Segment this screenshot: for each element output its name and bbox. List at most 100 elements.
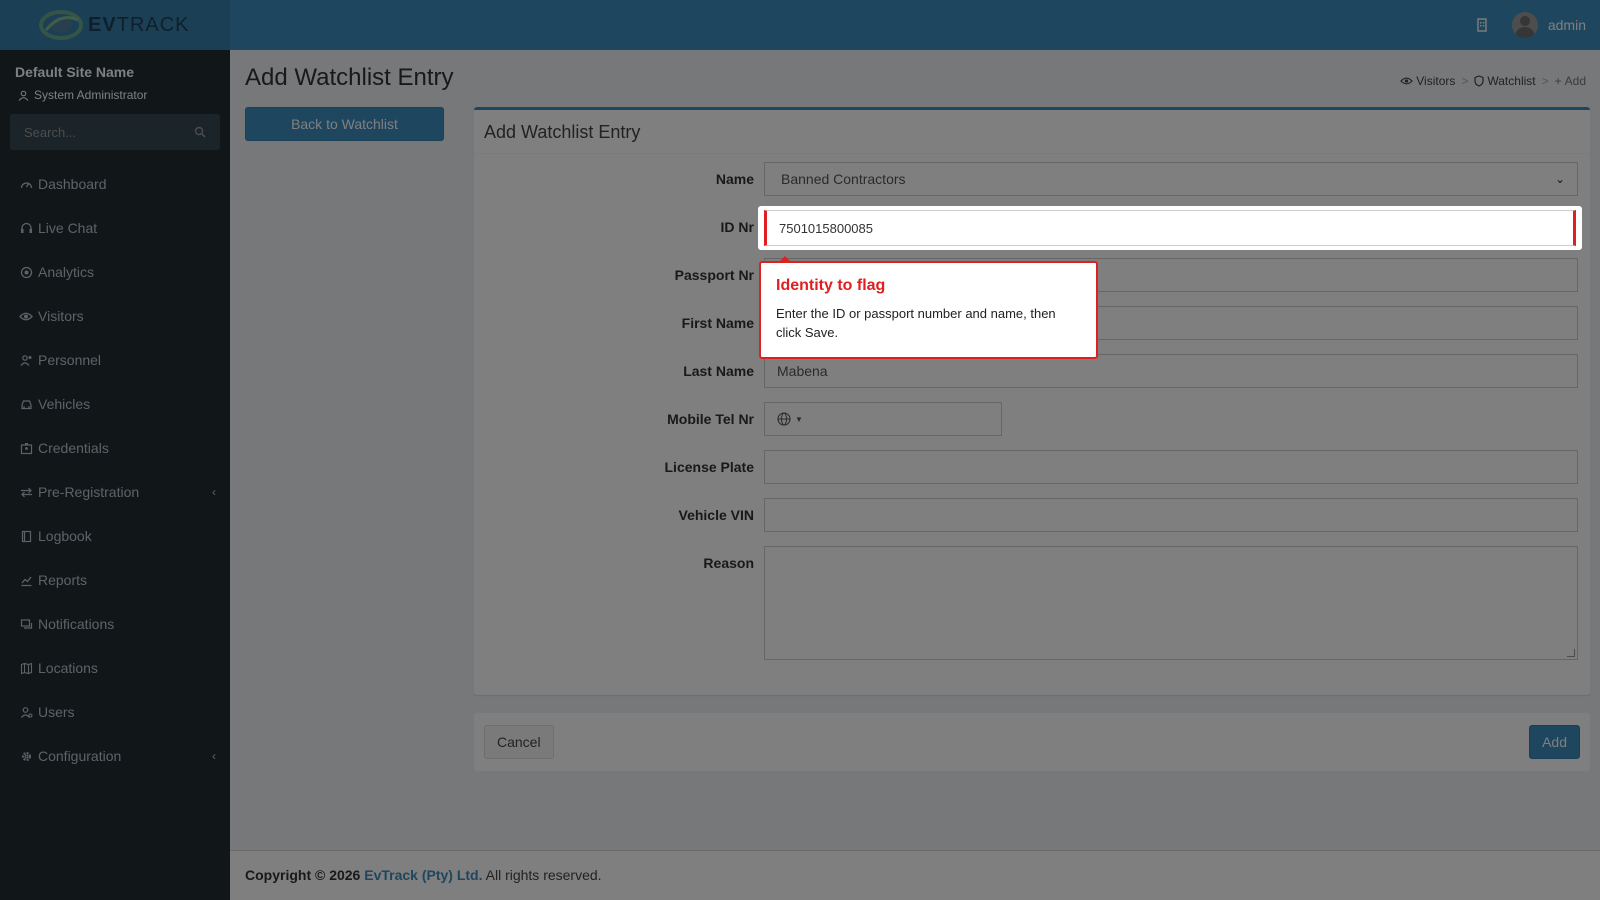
sidebar-item-notifications[interactable]: Notifications — [0, 602, 230, 646]
eye-icon — [1400, 77, 1414, 85]
map-icon — [19, 661, 33, 675]
evtrack-logo-icon — [39, 10, 83, 40]
user-name: admin — [1547, 17, 1586, 33]
tour-highlight: 7501015800085 — [758, 206, 1582, 250]
sidebar-item-analytics[interactable]: Analytics — [0, 250, 230, 294]
copyright-text: Copyright © 2026 — [245, 867, 361, 883]
chart-icon — [19, 573, 33, 587]
reason-label: Reason — [703, 555, 754, 571]
sidebar-item-label: Analytics — [38, 264, 95, 280]
sidebar-item-users[interactable]: Users — [0, 690, 230, 734]
sidebar-item-dashboard[interactable]: Dashboard — [0, 162, 230, 206]
plus-icon: + — [1554, 74, 1562, 88]
last-name-field[interactable]: Mabena — [764, 354, 1578, 388]
sidebar-item-label: Credentials — [38, 440, 109, 456]
sidebar-item-label: Logbook — [38, 528, 92, 544]
logo-text-track: TRACK — [116, 13, 190, 36]
car-icon — [19, 397, 33, 411]
sidebar-item-configuration[interactable]: Configuration ‹ — [0, 734, 230, 778]
logo-text-ev: EV — [88, 13, 117, 36]
headset-icon — [19, 221, 33, 235]
logo[interactable]: EVTRACK — [0, 0, 230, 50]
vin-field[interactable] — [764, 498, 1578, 532]
vin-row: Vehicle VIN — [474, 498, 1590, 532]
back-to-watchlist-button[interactable]: Back to Watchlist — [245, 107, 444, 141]
tour-tooltip-title: Identity to flag — [776, 277, 886, 294]
sidebar-item-credentials[interactable]: Credentials — [0, 426, 230, 470]
sidebar-nav: Dashboard Live Chat Analytics Visitors P… — [0, 162, 230, 778]
breadcrumb-watchlist[interactable]: Watchlist — [1474, 74, 1536, 88]
id-nr-field[interactable]: 7501015800085 — [764, 210, 1576, 246]
sidebar-item-label: Reports — [38, 572, 88, 588]
mobile-field[interactable]: ▼ — [764, 402, 1002, 436]
breadcrumb-visitors[interactable]: Visitors — [1400, 74, 1455, 88]
sidebar-item-live-chat[interactable]: Live Chat — [0, 206, 230, 250]
chevron-left-icon: ‹ — [212, 485, 216, 499]
page-footer: Copyright © 2026 EvTrack (Pty) Ltd. All … — [230, 850, 1600, 900]
first-name-label: First Name — [681, 315, 754, 331]
arrows-icon — [19, 485, 33, 499]
add-button[interactable]: Add — [1529, 725, 1580, 759]
chevron-left-icon: ‹ — [212, 749, 216, 763]
license-plate-field[interactable] — [764, 450, 1578, 484]
user-icon — [19, 705, 33, 719]
name-select-value: Banned Contractors — [781, 171, 906, 187]
reason-row: Reason — [474, 546, 1590, 660]
user-menu[interactable]: admin — [1511, 12, 1586, 38]
sidebar-item-reports[interactable]: Reports — [0, 558, 230, 602]
breadcrumb-label: Add — [1564, 74, 1586, 88]
sidebar-item-label: Visitors — [38, 308, 84, 324]
reason-textarea[interactable] — [764, 546, 1578, 660]
sidebar: Default Site Name System Administrator S… — [0, 50, 230, 900]
cancel-button[interactable]: Cancel — [484, 725, 554, 759]
sidebar-item-visitors[interactable]: Visitors — [0, 294, 230, 338]
sidebar-item-label: Configuration — [38, 748, 122, 764]
chevron-down-icon: ⌄ — [1554, 172, 1565, 186]
id-nr-label: ID Nr — [720, 219, 754, 235]
top-navbar: EVTRACK admin — [0, 0, 1600, 50]
dashboard-icon — [19, 177, 33, 191]
search-placeholder: Search... — [24, 124, 77, 140]
avatar — [1511, 12, 1538, 38]
book-icon — [19, 529, 33, 543]
sidebar-item-vehicles[interactable]: Vehicles — [0, 382, 230, 426]
tour-tooltip: Identity to flag Enter the ID or passpor… — [759, 256, 1098, 359]
company-link[interactable]: EvTrack (Pty) Ltd. — [364, 867, 482, 883]
rights-text: All rights reserved. — [485, 867, 602, 883]
breadcrumb-label: Visitors — [1416, 74, 1456, 88]
globe-icon — [777, 412, 791, 426]
logo-text: EVTRACK — [88, 14, 189, 37]
form-title: Add Watchlist Entry — [474, 110, 1590, 154]
page-title: Add Watchlist Entry — [245, 64, 454, 91]
breadcrumb-separator: > — [1541, 74, 1549, 88]
watchlist-form-box: Add Watchlist Entry Name Banned Contract… — [474, 107, 1590, 695]
sidebar-item-label: Pre-Registration — [38, 484, 140, 500]
sidebar-item-label: Users — [38, 704, 75, 720]
building-icon[interactable] — [1474, 17, 1490, 33]
target-icon — [19, 265, 33, 279]
people-icon — [19, 353, 33, 367]
sidebar-item-logbook[interactable]: Logbook — [0, 514, 230, 558]
sidebar-search-input[interactable]: Search... — [10, 114, 220, 150]
sidebar-item-personnel[interactable]: Personnel — [0, 338, 230, 382]
eye-icon — [19, 309, 33, 323]
sidebar-item-locations[interactable]: Locations — [0, 646, 230, 690]
sidebar-item-label: Notifications — [38, 616, 115, 632]
breadcrumb-label: Watchlist — [1487, 74, 1536, 88]
shield-icon — [1474, 75, 1484, 87]
license-plate-label: License Plate — [664, 459, 755, 475]
tour-tooltip-body: Enter the ID or passport number and name… — [776, 306, 1056, 340]
mobile-row: Mobile Tel Nr ▼ — [474, 402, 1590, 436]
search-icon[interactable] — [194, 126, 206, 138]
site-name: Default Site Name — [15, 64, 135, 80]
name-select[interactable]: Banned Contractors ⌄ — [764, 162, 1578, 196]
main-content: Add Watchlist Entry Visitors > Watchlist… — [230, 50, 1600, 850]
breadcrumb-add: + Add — [1555, 74, 1586, 88]
last-name-row: Last Name Mabena — [474, 354, 1590, 388]
license-plate-row: License Plate — [474, 450, 1590, 484]
resize-handle[interactable] — [1567, 649, 1575, 657]
country-code-dropdown[interactable]: ▼ — [777, 412, 803, 426]
passport-nr-label: Passport Nr — [674, 267, 754, 283]
name-row: Name Banned Contractors ⌄ — [474, 162, 1590, 196]
sidebar-item-pre-registration[interactable]: Pre-Registration ‹ — [0, 470, 230, 514]
